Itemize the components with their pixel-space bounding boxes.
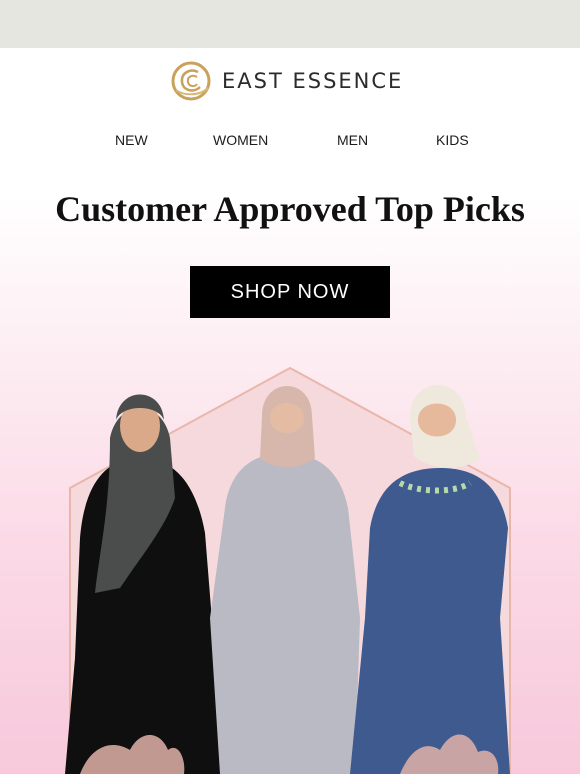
hero-illustration	[65, 366, 511, 774]
nav-item-men[interactable]: MEN	[337, 132, 368, 148]
nav-item-kids[interactable]: KIDS	[436, 132, 469, 148]
email-body: EAST ESSENCE NEW WOMEN MEN KIDS Customer…	[0, 48, 580, 774]
hero-headline: Customer Approved Top Picks	[55, 189, 525, 229]
model-2-dress	[210, 453, 360, 774]
nav-item-women[interactable]: WOMEN	[213, 132, 268, 148]
brand-name: EAST ESSENCE	[222, 69, 404, 93]
nav-item-new[interactable]: NEW	[115, 132, 148, 148]
hero-image[interactable]	[0, 358, 580, 774]
model-3-dress	[350, 468, 510, 774]
brand-logo-icon	[171, 61, 211, 101]
shop-now-button[interactable]: SHOP NOW	[190, 266, 390, 318]
top-bar	[0, 0, 580, 48]
brand-logo[interactable]: EAST ESSENCE	[170, 60, 403, 102]
main-nav: NEW WOMEN MEN KIDS	[0, 132, 580, 152]
